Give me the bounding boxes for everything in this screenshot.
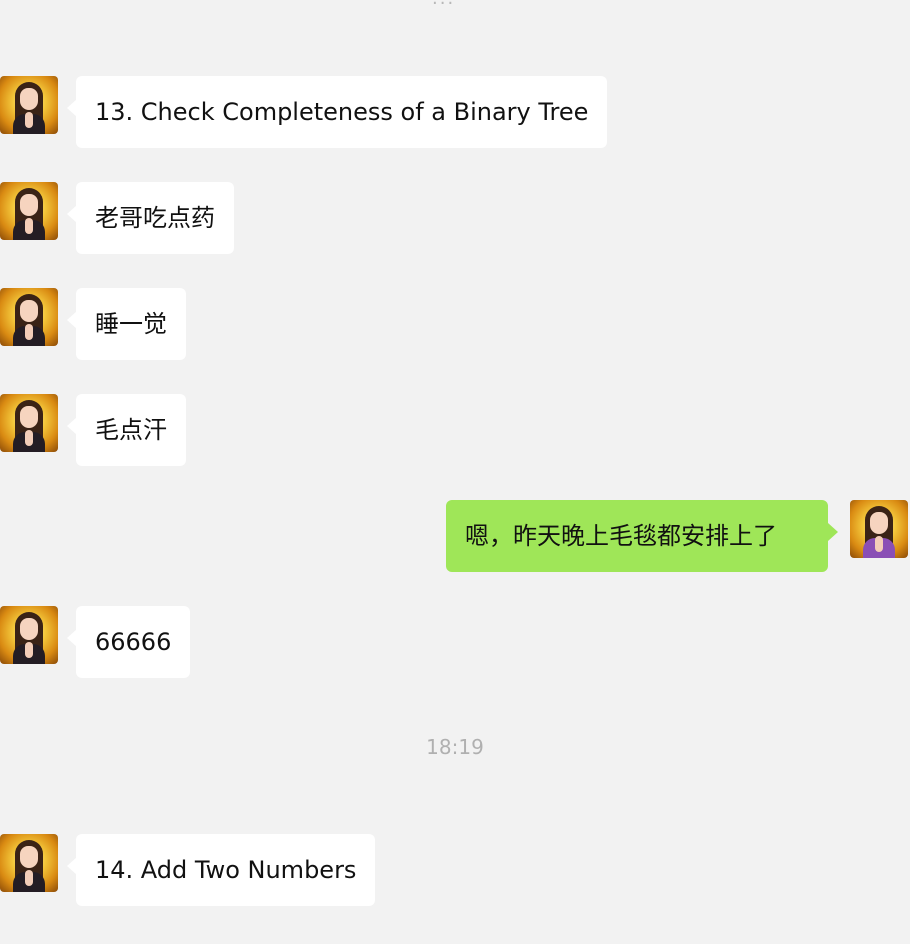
incoming-message-bubble[interactable]: 毛点汗: [67, 394, 186, 466]
chat-window: ... 13. Check Completeness of a Binary T…: [0, 0, 910, 944]
avatar-icon[interactable]: [0, 182, 58, 240]
incoming-message-bubble[interactable]: 睡一觉: [67, 288, 186, 360]
avatar-icon[interactable]: [850, 500, 908, 558]
timestamp: 18:19: [426, 735, 484, 759]
incoming-message-bubble[interactable]: 14. Add Two Numbers: [66, 834, 376, 906]
avatar-icon[interactable]: [0, 606, 58, 664]
avatar-icon[interactable]: [0, 834, 58, 892]
incoming-message-bubble[interactable]: 老哥吃点药: [67, 182, 234, 254]
avatar-icon[interactable]: [0, 76, 58, 134]
incoming-message-bubble[interactable]: 13. Check Completeness of a Binary Tree: [66, 76, 608, 148]
avatar-icon[interactable]: [0, 394, 58, 452]
outgoing-message-bubble[interactable]: 嗯，昨天晚上毛毯都安排上了: [446, 500, 838, 572]
avatar-icon[interactable]: [0, 288, 58, 346]
top-timestamp-fragment: ...: [432, 0, 455, 9]
incoming-message-bubble[interactable]: 66666: [66, 606, 191, 678]
